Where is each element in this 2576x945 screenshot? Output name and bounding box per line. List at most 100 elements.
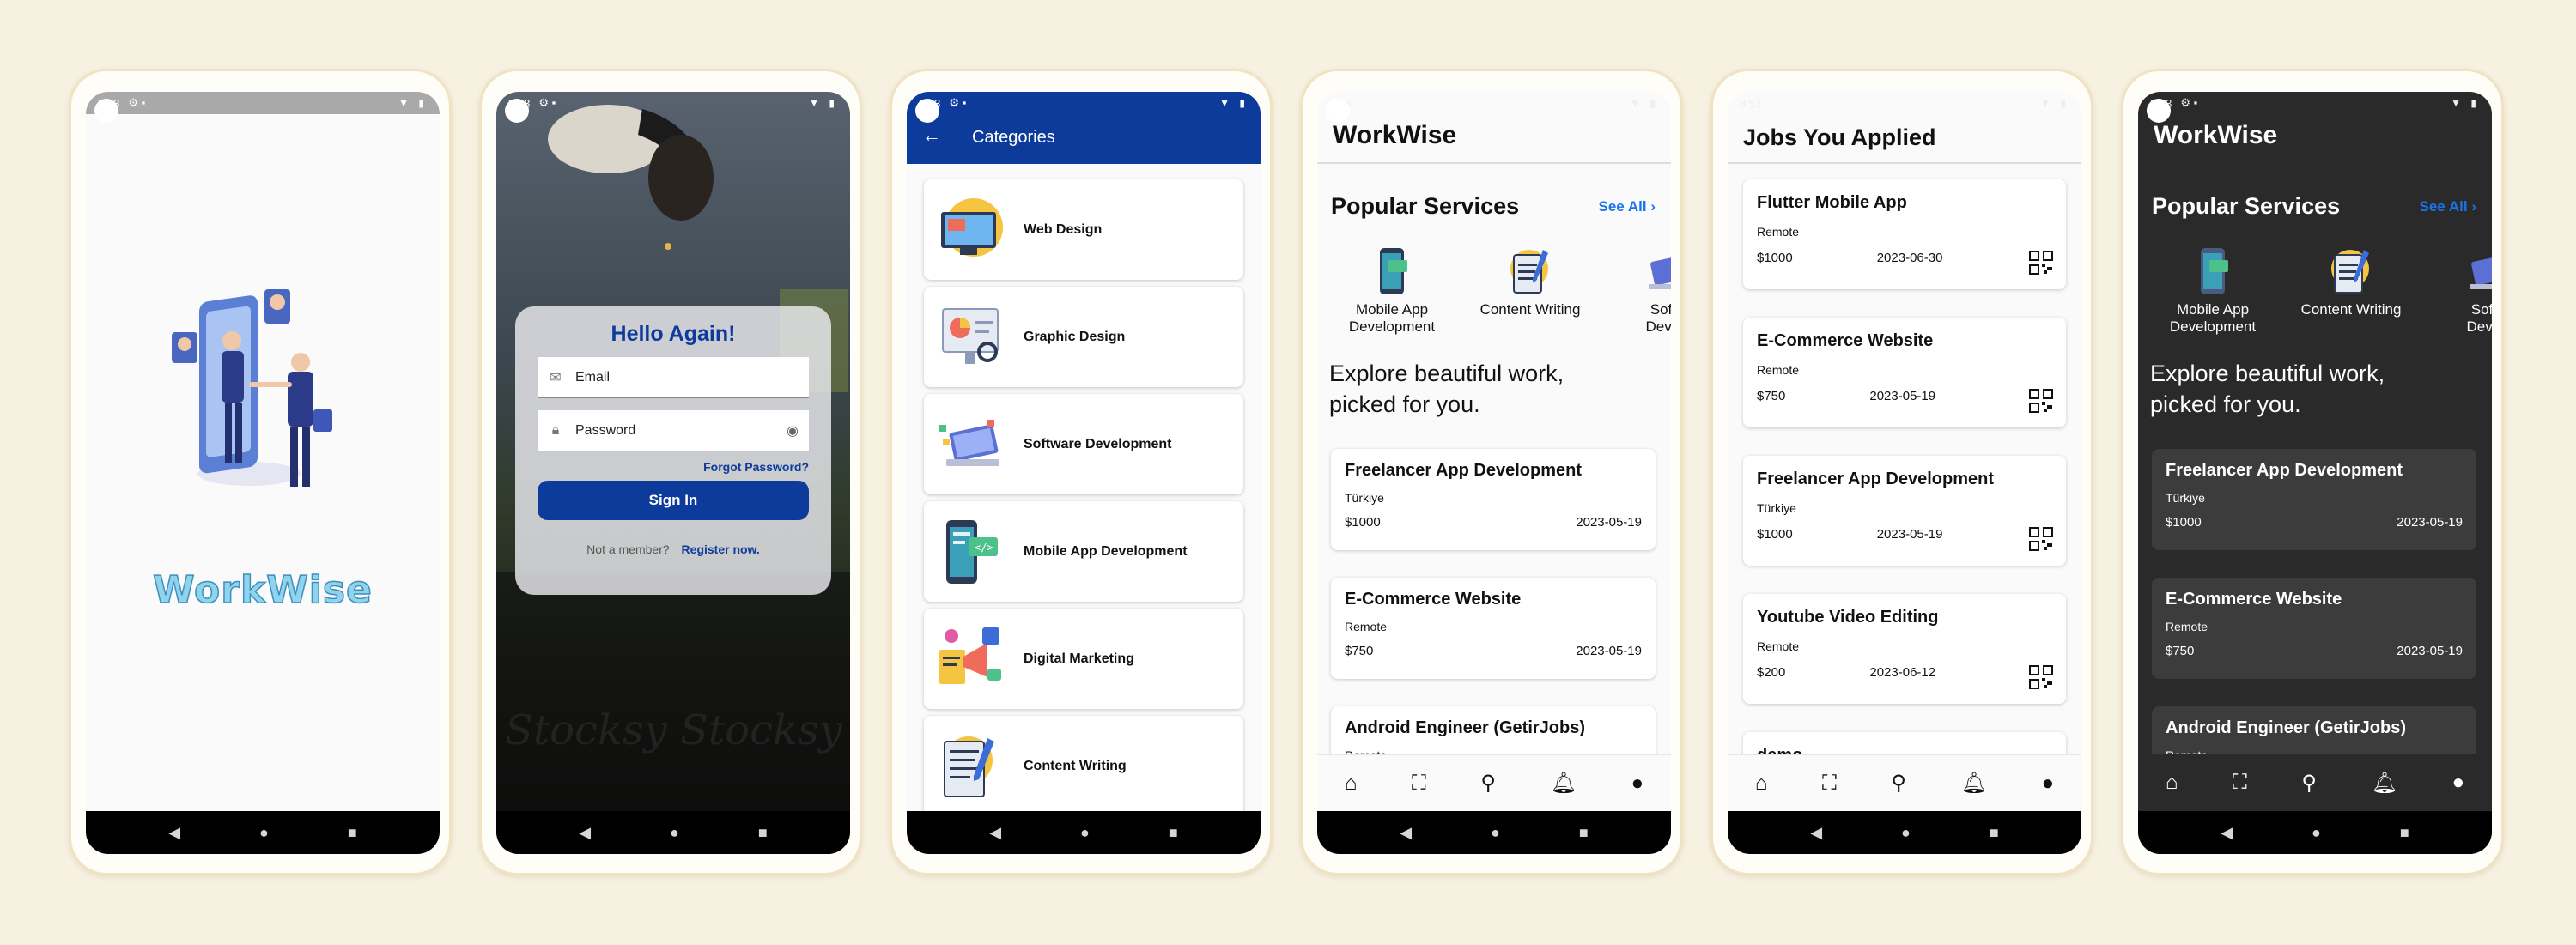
job-title: Freelancer App Development <box>2166 461 2403 480</box>
nav-recents-button[interactable]: ■ <box>2400 824 2409 842</box>
service-software-development[interactable]: Softw Develo <box>2425 246 2492 336</box>
see-all-link[interactable]: See All › <box>2420 198 2476 215</box>
job-card[interactable]: E-Commerce Website Remote $750 2023-05-19 <box>1331 578 1656 679</box>
profile-icon[interactable]: ● <box>2452 771 2465 795</box>
job-meta: $750 2023-05-19 <box>1345 644 1642 658</box>
status-time: 8:53 <box>1740 96 1762 110</box>
applied-job-card[interactable]: Youtube Video Editing Remote $200 2023-06… <box>1743 594 2066 704</box>
nav-recents-button[interactable]: ■ <box>1169 824 1178 842</box>
service-label-line1: Mobile App <box>1355 301 1429 318</box>
search-icon[interactable]: ⚲ <box>1480 771 1496 796</box>
phone-home-light: 8:53 ▼ ▮ WorkWise Popular Services See A… <box>1300 69 1683 875</box>
popular-services-heading: Popular Services <box>2152 193 2341 219</box>
applied-job-card[interactable]: Flutter Mobile App Remote $1000 2023-06-3… <box>1743 179 2066 289</box>
category-web-design[interactable]: Web Design <box>924 179 1243 280</box>
qr-code-icon[interactable] <box>2028 388 2054 414</box>
job-price: $200 <box>1757 665 1786 680</box>
applied-job-card[interactable]: Freelancer App Development Türkiye $1000… <box>1743 456 2066 566</box>
bell-icon[interactable]: 🔔︎ <box>2372 771 2397 796</box>
job-meta: $1000 2023-05-19 <box>1757 527 2052 542</box>
header-divider <box>1728 162 2081 164</box>
sign-in-button[interactable]: Sign In <box>538 481 809 520</box>
nav-home-button[interactable]: ● <box>2312 824 2321 842</box>
qr-code-icon[interactable] <box>2028 526 2054 552</box>
scan-icon[interactable]: ⛶ <box>1412 772 1426 796</box>
job-card[interactable]: Freelancer App Development Türkiye $1000… <box>2152 449 2476 550</box>
profile-icon[interactable]: ● <box>1631 772 1644 796</box>
scan-icon[interactable]: ⛶ <box>2233 771 2247 795</box>
page-title: Categories <box>972 128 1055 147</box>
job-date: 2023-05-19 <box>2397 644 2463 658</box>
service-software-development[interactable]: Softw Develo <box>1604 246 1671 336</box>
nav-back-button[interactable]: ◀ <box>989 824 1001 842</box>
nav-home-button[interactable]: ● <box>1080 824 1090 842</box>
service-mobile-app[interactable]: Mobile App Development <box>1327 246 1456 336</box>
touch-indicator <box>2147 99 2171 123</box>
home-icon[interactable]: ⌂ <box>1755 772 1768 796</box>
nav-home-button[interactable]: ● <box>1491 824 1500 842</box>
see-all-link[interactable]: See All › <box>1599 198 1656 215</box>
job-card[interactable]: Freelancer App Development Türkiye $1000… <box>1331 449 1656 550</box>
job-meta: $1000 2023-06-30 <box>1757 251 2052 265</box>
job-location: Türkiye <box>1345 491 1384 505</box>
chevron-right-icon: › <box>2471 198 2476 215</box>
category-digital-marketing[interactable]: Digital Marketing <box>924 609 1243 709</box>
profile-icon[interactable]: ● <box>2042 772 2055 796</box>
service-label-line2: Development <box>1348 318 1436 335</box>
nav-recents-button[interactable]: ■ <box>758 824 768 842</box>
bell-icon[interactable]: 🔔︎ <box>1551 771 1577 796</box>
job-meta: $750 2023-05-19 <box>2166 644 2463 658</box>
page-title: Jobs You Applied <box>1743 124 1936 150</box>
scan-icon[interactable]: ⛶ <box>1822 772 1837 796</box>
bell-icon[interactable]: 🔔︎ <box>1961 771 1987 796</box>
category-mobile-app-development[interactable]: </> Mobile App Development <box>924 501 1243 602</box>
home-icon[interactable]: ⌂ <box>2166 771 2178 795</box>
mail-icon: ✉ <box>550 370 562 385</box>
nav-home-button[interactable]: ● <box>1901 824 1911 842</box>
eye-off-icon[interactable]: ◉ <box>787 422 799 439</box>
qr-code-icon[interactable] <box>2028 250 2054 276</box>
job-title: E-Commerce Website <box>2166 590 2342 609</box>
web-design-icon <box>941 197 1003 257</box>
job-price: $1000 <box>1757 251 1793 265</box>
nav-recents-button[interactable]: ■ <box>348 824 357 842</box>
nav-back-button[interactable]: ◀ <box>1810 824 1822 842</box>
phone-home-dark: 8:53 ⚙ ▪ ▼ ▮ WorkWise Popular Services S… <box>2121 69 2504 875</box>
job-location: Remote <box>1757 639 1800 653</box>
password-field[interactable]: 🔒︎ Password ◉ <box>538 410 809 451</box>
back-arrow-icon[interactable]: ← <box>922 124 941 147</box>
category-label: Software Development <box>1024 436 1172 451</box>
nav-back-button[interactable]: ◀ <box>2221 824 2233 842</box>
nav-back-button[interactable]: ◀ <box>168 824 180 842</box>
job-location: Remote <box>1757 225 1800 239</box>
service-label-line1: Content Writing <box>1479 301 1581 318</box>
nav-recents-button[interactable]: ■ <box>1579 824 1589 842</box>
search-icon[interactable]: ⚲ <box>1891 771 1906 796</box>
job-meta: $200 2023-06-12 <box>1757 665 2052 680</box>
job-price: $1000 <box>1757 527 1793 542</box>
status-bar: 8:53 ⚙ ▪ ▼ ▮ <box>907 92 1261 114</box>
category-content-writing[interactable]: Content Writing <box>924 716 1243 816</box>
register-link[interactable]: Register now. <box>682 542 760 556</box>
category-graphic-design[interactable]: Graphic Design <box>924 287 1243 387</box>
nav-back-button[interactable]: ◀ <box>579 824 591 842</box>
job-card[interactable]: E-Commerce Website Remote $750 2023-05-19 <box>2152 578 2476 679</box>
service-content-writing[interactable]: Content Writing <box>2287 246 2415 318</box>
home-icon[interactable]: ⌂ <box>1345 772 1358 796</box>
category-label: Content Writing <box>1024 758 1127 773</box>
service-content-writing[interactable]: Content Writing <box>1466 246 1595 318</box>
search-icon[interactable]: ⚲ <box>2301 771 2317 796</box>
nav-back-button[interactable]: ◀ <box>1400 824 1412 842</box>
service-mobile-app[interactable]: Mobile App Development <box>2148 246 2277 336</box>
forgot-password-link[interactable]: Forgot Password? <box>538 460 809 474</box>
applied-job-card[interactable]: E-Commerce Website Remote $750 2023-05-19 <box>1743 318 2066 427</box>
svg-text:Stocksy Stocksy: Stocksy Stocksy <box>505 706 843 754</box>
email-field[interactable]: ✉ Email <box>538 357 809 398</box>
nav-recents-button[interactable]: ■ <box>1990 824 1999 842</box>
home-screen-dark: 8:53 ⚙ ▪ ▼ ▮ WorkWise Popular Services S… <box>2138 92 2492 854</box>
qr-code-icon[interactable] <box>2028 664 2054 690</box>
nav-home-button[interactable]: ● <box>259 824 269 842</box>
nav-home-button[interactable]: ● <box>670 824 679 842</box>
category-software-development[interactable]: Software Development <box>924 394 1243 494</box>
software-development-icon <box>2470 255 2492 289</box>
